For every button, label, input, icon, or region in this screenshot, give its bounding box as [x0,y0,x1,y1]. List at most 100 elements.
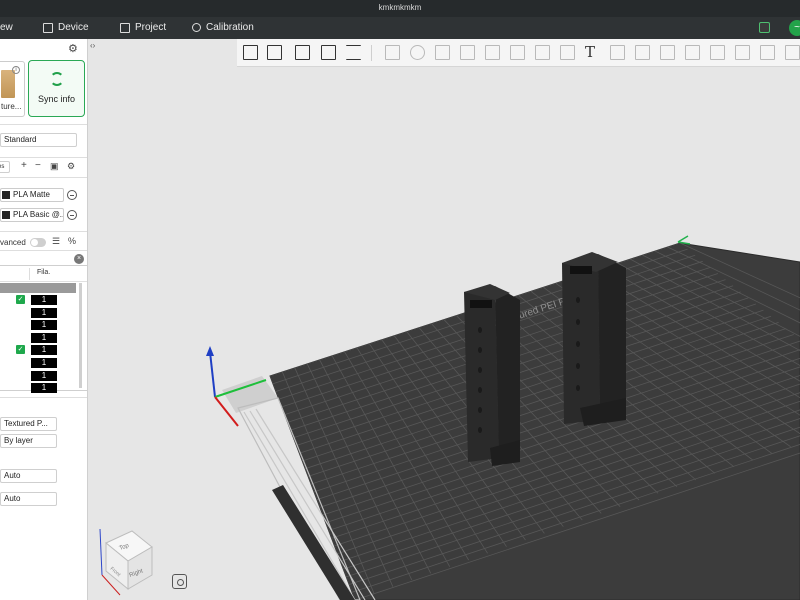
object-filament-badge[interactable]: 1 [31,332,57,343]
scale-icon[interactable] [433,43,452,62]
plate-type-select[interactable]: Textured P... [0,417,57,431]
selected-object-row[interactable] [0,283,76,293]
filament-swatch [2,191,10,199]
ruler-icon[interactable] [758,43,777,62]
z-axis-arrow [206,346,214,356]
add-object-icon[interactable] [241,43,260,62]
object-visible-checkbox[interactable]: ✓ [16,295,25,304]
arrange-icon[interactable] [319,43,338,62]
printer-label: ture... [1,102,22,111]
more-icon[interactable] [783,43,800,62]
filament-edit-icon[interactable]: ▣ [50,161,59,172]
option-b-select[interactable]: Auto [0,492,57,506]
model-detail [576,297,580,303]
navigation-cube[interactable]: Top Right Front [96,519,156,599]
menu-view[interactable]: ew [0,22,13,33]
assembly-icon[interactable] [683,43,702,62]
menu-bar: ew Device Project Calibration ~ [0,17,800,39]
rotate-icon[interactable] [408,43,427,62]
menu-device[interactable]: Device [43,22,89,33]
divider [0,124,87,125]
compare-icon[interactable]: % [68,236,76,246]
list-view-icon[interactable]: ☰ [52,236,60,247]
divider [0,250,87,251]
remove-filament-icon[interactable]: − [35,160,41,171]
menu-view-label: ew [0,22,13,33]
project-icon [120,22,130,33]
object-list-scrollbar[interactable] [79,283,82,388]
divider [0,231,87,232]
filament-slot-1[interactable]: PLA Matte [0,188,64,202]
info-icon[interactable]: i [12,66,20,74]
model-detail [576,319,580,325]
split-layers-icon[interactable] [344,43,363,62]
object-filament-badge[interactable]: 1 [31,307,57,318]
menu-project[interactable]: Project [120,22,166,33]
support-paint-icon[interactable] [508,43,527,62]
printer-settings-gear-icon[interactable]: ⚙ [68,42,78,55]
object-visible-checkbox[interactable]: ✓ [16,345,25,355]
sync-info-label: Sync info [37,94,76,104]
variable-layer-icon[interactable] [708,43,727,62]
move-icon[interactable] [383,43,402,62]
seam-paint-icon[interactable] [608,43,627,62]
auto-orient-icon[interactable] [293,43,312,62]
build-plate [269,242,800,600]
print-sequence-select[interactable]: By layer [0,434,57,448]
window-title: kmkmkmkm [378,3,422,12]
model-detail [478,387,482,393]
left-panel: ⚙ ture... i Sync info Standard es + − ▣ … [0,39,88,600]
hollow-icon[interactable] [633,43,652,62]
toolbar-divider [371,45,372,61]
reset-camera-icon[interactable] [172,574,187,589]
model-detail [576,341,580,347]
menu-device-label: Device [58,22,89,33]
model-object-1 [464,284,520,466]
filament-toolbar: es + − ▣ ⚙ [0,160,87,176]
collapse-sidebar-icon[interactable]: ‹› [90,41,95,50]
model-object-2 [562,252,626,426]
slice-plate-icon[interactable] [759,22,770,33]
sync-icon [50,72,64,86]
filament-1-name: PLA Matte [13,190,50,199]
divider [0,157,87,158]
process-preset-select[interactable]: Standard [0,133,77,147]
sync-info-button[interactable]: Sync info [28,60,85,117]
svg-icon[interactable] [733,43,752,62]
lay-on-face-icon[interactable] [458,43,477,62]
object-filament-badge[interactable]: 1 [31,383,57,394]
text-tool-icon[interactable]: T [583,43,602,62]
print-button[interactable]: ~ [789,20,800,36]
brim-ears-icon[interactable] [533,43,552,62]
calibration-icon [192,23,201,32]
object-filament-badge[interactable]: 1 [31,295,57,305]
build-plate-scene[interactable]: Bambu Textured PEI Plate [88,39,800,600]
option-a-select[interactable]: Auto [0,469,57,483]
object-filament-badge[interactable]: 1 [31,345,57,356]
divider [0,397,87,398]
remove-filament-2-icon[interactable] [67,210,77,220]
menu-calibration[interactable]: Calibration [192,22,254,33]
color-paint-icon[interactable] [558,43,577,62]
model-detail [576,363,580,369]
model-detail [478,327,482,333]
add-filament-icon[interactable]: + [21,160,27,171]
advanced-toggle[interactable] [30,238,46,247]
object-filament-badge[interactable]: 1 [31,320,57,331]
monitor-icon [43,22,53,33]
printer-thumbnail [1,70,15,98]
measure-icon[interactable] [658,43,677,62]
object-filament-badge[interactable]: 1 [31,370,57,381]
filament-sync-pill[interactable]: es [0,161,10,173]
filament-swatch [2,211,10,219]
filament-slot-2[interactable]: PLA Basic @... [0,208,64,222]
3d-viewport[interactable]: Bambu Textured PEI Plate ‹› T Top Right … [88,39,800,600]
close-search-icon[interactable]: × [74,254,84,264]
add-plate-icon[interactable] [265,43,284,62]
object-filament-badge[interactable]: 1 [31,358,57,368]
remove-filament-1-icon[interactable] [67,190,77,200]
model-detail [478,427,482,433]
cut-icon[interactable] [483,43,502,62]
filament-settings-gear-icon[interactable]: ⚙ [67,161,75,172]
title-bar: kmkmkmkm [0,0,800,17]
